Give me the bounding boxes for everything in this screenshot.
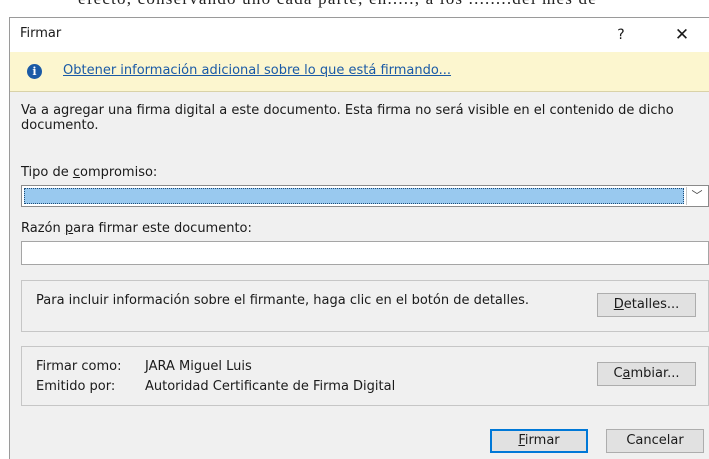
description-text: Va a agregar una firma digital a este do… [21, 103, 674, 133]
button-label-part: irmar [524, 433, 560, 448]
details-text: Para incluir información sobre el firman… [36, 293, 530, 308]
sign-as-value: JARA Miguel Luis [145, 359, 252, 374]
sign-dialog: Firmar ? ✕ i Obtener información adicion… [9, 17, 709, 459]
more-info-link[interactable]: Obtener información adicional sobre lo q… [63, 63, 451, 78]
sign-as-label: Firmar como: [36, 359, 122, 374]
details-button[interactable]: Detalles... [597, 293, 696, 317]
title-bar: Firmar ? ✕ [10, 18, 709, 52]
button-label-part: C [613, 366, 623, 381]
reason-label: Razón para firmar este documento: [21, 221, 252, 236]
details-group: Para incluir información sobre el firman… [21, 280, 709, 332]
info-icon: i [27, 64, 42, 79]
cancel-button[interactable]: Cancelar [606, 429, 704, 453]
label-part: Razón [21, 221, 65, 236]
sign-button[interactable]: Firmar [490, 429, 588, 453]
label-part: ompromiso: [80, 165, 158, 180]
info-bar: i Obtener información adicional sobre lo… [10, 52, 709, 92]
issued-by-value: Autoridad Certificante de Firma Digital [145, 379, 396, 394]
button-label-part: mbiar... [630, 366, 680, 381]
help-button[interactable]: ? [606, 22, 636, 48]
close-button[interactable]: ✕ [665, 22, 699, 48]
change-button[interactable]: Cambiar... [597, 362, 696, 386]
signer-group: Firmar como: JARA Miguel Luis Emitido po… [21, 346, 709, 406]
commitment-type-select[interactable]: ﹀ [21, 185, 709, 207]
reason-input[interactable] [21, 241, 709, 265]
dialog-title: Firmar [20, 26, 62, 41]
label-part: Tipo de [21, 165, 73, 180]
issued-by-label: Emitido por: [36, 379, 116, 394]
label-part: ara firmar este documento: [73, 221, 252, 236]
button-label-part: etalles... [623, 297, 680, 312]
selected-option [24, 188, 684, 204]
commitment-type-label: Tipo de compromiso: [21, 165, 157, 180]
document-line: efecto, conservando uno cada parte, en..… [78, 0, 597, 9]
access-key: c [72, 165, 81, 180]
access-key: D [613, 297, 624, 312]
access-key: a [622, 366, 631, 381]
chevron-down-icon[interactable]: ﹀ [686, 187, 707, 205]
access-key: p [64, 221, 74, 236]
